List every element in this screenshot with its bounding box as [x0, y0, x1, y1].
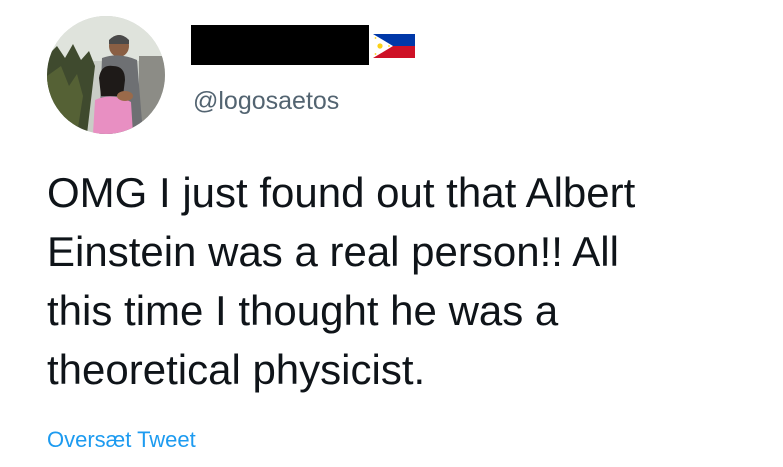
translate-tweet-link[interactable]: Oversæt Tweet	[47, 426, 196, 454]
author-avatar[interactable]	[47, 16, 165, 134]
philippines-flag-icon	[373, 34, 415, 58]
tweet-text: OMG I just found out that Albert Einstei…	[47, 169, 636, 393]
redacted-display-name[interactable]	[191, 25, 369, 65]
author-handle[interactable]: @logosaetos	[193, 86, 339, 116]
tweet-card: @logosaetos OMG I just found out that Al…	[0, 0, 783, 467]
profile-photo-icon	[47, 16, 165, 134]
